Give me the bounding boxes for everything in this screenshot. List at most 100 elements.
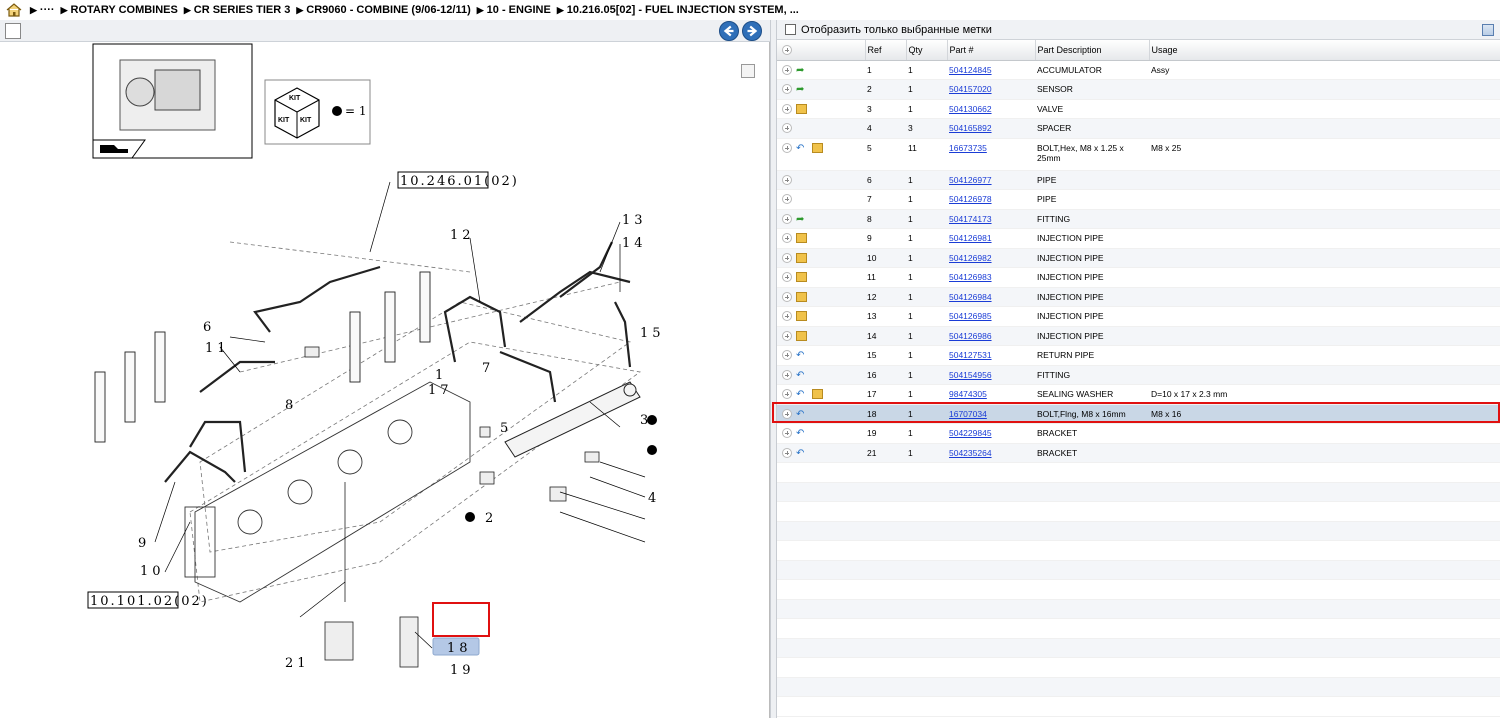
- row-icons-cell[interactable]: [777, 287, 865, 307]
- pane-splitter[interactable]: [770, 20, 777, 718]
- header-ref[interactable]: Ref: [865, 40, 907, 61]
- callout-11[interactable]: 11: [205, 341, 230, 356]
- part-number-link[interactable]: 504126982: [949, 253, 992, 263]
- row-icons-cell[interactable]: ➦: [777, 79, 865, 100]
- callout-1[interactable]: 1: [435, 368, 447, 383]
- add-icon[interactable]: [782, 174, 792, 185]
- part-number-link[interactable]: 504124845: [949, 65, 992, 75]
- engine-thumbnail[interactable]: [92, 43, 253, 159]
- row-icons-cell[interactable]: [777, 170, 865, 190]
- callout-19[interactable]: 19: [450, 663, 475, 678]
- part-number-link[interactable]: 504126977: [949, 175, 992, 185]
- part-number-link[interactable]: 504130662: [949, 104, 992, 114]
- row-icons-cell[interactable]: [777, 118, 865, 139]
- add-icon[interactable]: [782, 428, 792, 438]
- table-row[interactable]: 10 1 504126982 INJECTION PIPE: [777, 248, 1500, 268]
- home-icon[interactable]: [6, 3, 22, 17]
- table-row[interactable]: 7 1 504126978 PIPE: [777, 189, 1500, 210]
- part-number-link[interactable]: 98474305: [949, 389, 987, 399]
- callout-8[interactable]: 8: [285, 398, 297, 413]
- table-row[interactable]: ↶ 19 1 504229845 BRACKET: [777, 423, 1500, 444]
- table-row[interactable]: 13 1 504126985 INJECTION PIPE: [777, 306, 1500, 327]
- part-number-link[interactable]: 504235264: [949, 448, 992, 458]
- table-row[interactable]: 12 1 504126984 INJECTION PIPE: [777, 287, 1500, 307]
- add-icon[interactable]: [782, 311, 792, 321]
- table-row[interactable]: ↶ 21 1 504235264 BRACKET: [777, 443, 1500, 463]
- breadcrumb-root[interactable]: ····: [40, 4, 55, 16]
- back-arrow-icon[interactable]: [719, 21, 739, 41]
- part-number-link[interactable]: 504157020: [949, 84, 992, 94]
- row-icons-cell[interactable]: ➦: [777, 209, 865, 229]
- row-icons-cell[interactable]: ↶: [777, 138, 865, 171]
- callout-18[interactable]: 18: [447, 641, 472, 656]
- table-row[interactable]: ↶ 5 11 16673735 BOLT,Hex, M8 x 1.25 x 25mm M8…: [777, 138, 1500, 171]
- row-icons-cell[interactable]: [777, 267, 865, 288]
- row-icons-cell[interactable]: ↶: [777, 365, 865, 385]
- table-row[interactable]: ➦ 1 1 504124845 ACCUMULATOR Assy: [777, 60, 1500, 80]
- ref-bottom-label[interactable]: 10.101.02(02): [90, 594, 209, 609]
- add-icon[interactable]: [782, 272, 792, 282]
- grid-view-icon[interactable]: [1482, 24, 1494, 36]
- callout-2[interactable]: 2: [485, 511, 497, 526]
- table-row[interactable]: 9 1 504126981 INJECTION PIPE: [777, 228, 1500, 249]
- part-number-link[interactable]: 16673735: [949, 143, 987, 153]
- add-icon[interactable]: [782, 64, 792, 75]
- add-icon[interactable]: [782, 369, 792, 380]
- header-usage[interactable]: Usage: [1149, 40, 1500, 61]
- part-number-link[interactable]: 504154956: [949, 370, 992, 380]
- add-icon[interactable]: [782, 233, 792, 243]
- callout-9[interactable]: 9: [138, 536, 150, 551]
- breadcrumb-engine[interactable]: 10 - ENGINE: [487, 4, 551, 16]
- add-icon[interactable]: [782, 447, 792, 458]
- header-part[interactable]: Part #: [947, 40, 1036, 61]
- add-icon[interactable]: [782, 389, 792, 399]
- add-icon[interactable]: [782, 350, 792, 360]
- table-row[interactable]: ↶ 15 1 504127531 RETURN PIPE: [777, 345, 1500, 366]
- part-number-link[interactable]: 504165892: [949, 123, 992, 133]
- ref-top-label[interactable]: 10.246.01(02): [400, 174, 519, 189]
- table-row[interactable]: ↶ 16 1 504154956 FITTING: [777, 365, 1500, 385]
- table-row[interactable]: 3 1 504130662 VALVE: [777, 99, 1500, 119]
- add-all-icon[interactable]: [782, 44, 792, 55]
- callout-4[interactable]: 4: [648, 491, 660, 506]
- breadcrumb-rotary-combines[interactable]: ROTARY COMBINES: [71, 4, 178, 16]
- add-icon[interactable]: [782, 252, 792, 263]
- row-icons-cell[interactable]: ↶: [777, 423, 865, 444]
- callout-6[interactable]: 6: [203, 320, 215, 335]
- add-icon[interactable]: [782, 291, 792, 302]
- add-icon[interactable]: [782, 84, 792, 94]
- part-number-link[interactable]: 504126978: [949, 194, 992, 204]
- part-number-link[interactable]: 504126985: [949, 311, 992, 321]
- callout-17[interactable]: 17: [428, 383, 453, 398]
- row-icons-cell[interactable]: [777, 248, 865, 268]
- callout-21[interactable]: 21: [285, 656, 310, 671]
- zoom-toggle[interactable]: [741, 64, 755, 78]
- callout-13[interactable]: 13: [622, 213, 647, 228]
- row-icons-cell[interactable]: ➦: [777, 60, 865, 80]
- header-description[interactable]: Part Description: [1035, 40, 1150, 61]
- part-number-link[interactable]: 504126981: [949, 233, 992, 243]
- add-icon[interactable]: [782, 330, 792, 341]
- breadcrumb-fuel-injection[interactable]: 10.216.05[02] - FUEL INJECTION SYSTEM, .…: [567, 4, 799, 16]
- part-number-link[interactable]: 504127531: [949, 350, 992, 360]
- row-icons-cell[interactable]: ↶: [777, 345, 865, 366]
- add-icon[interactable]: [782, 213, 792, 224]
- row-icons-cell[interactable]: [777, 326, 865, 346]
- row-icons-cell[interactable]: [777, 99, 865, 119]
- table-row[interactable]: 4 3 504165892 SPACER: [777, 118, 1500, 139]
- row-icons-cell[interactable]: [777, 189, 865, 210]
- row-icons-cell[interactable]: [777, 228, 865, 249]
- callout-14[interactable]: 14: [622, 236, 647, 251]
- add-icon[interactable]: [782, 123, 792, 133]
- table-row[interactable]: ➦ 2 1 504157020 SENSOR: [777, 79, 1500, 100]
- callout-12[interactable]: 12: [450, 228, 475, 243]
- part-number-link[interactable]: 504229845: [949, 428, 992, 438]
- forward-arrow-icon[interactable]: [742, 21, 762, 41]
- show-selected-checkbox[interactable]: [785, 24, 796, 35]
- table-row[interactable]: ➦ 8 1 504174173 FITTING: [777, 209, 1500, 229]
- breadcrumb-cr9060[interactable]: CR9060 - COMBINE (9/06-12/11): [306, 4, 470, 16]
- export-icon[interactable]: [5, 23, 21, 39]
- row-icons-cell[interactable]: ↶: [777, 443, 865, 463]
- callout-5[interactable]: 5: [500, 421, 512, 436]
- add-icon[interactable]: [782, 194, 792, 204]
